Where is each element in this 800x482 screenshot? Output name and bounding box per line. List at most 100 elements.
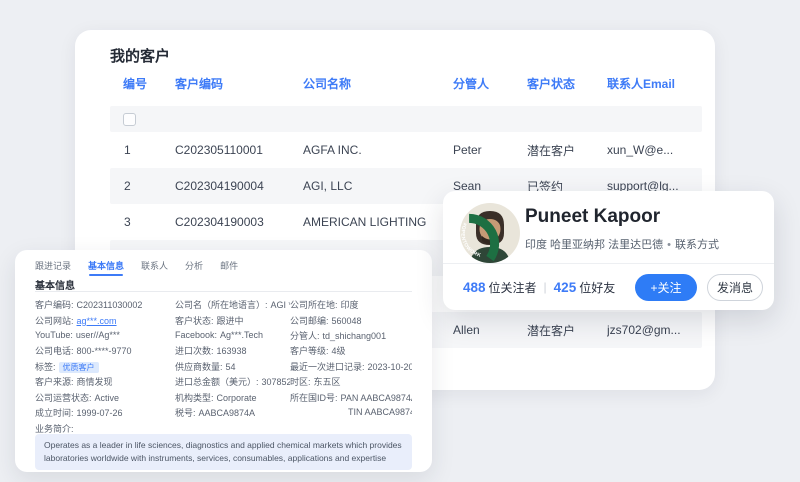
column-header: 分管人 xyxy=(453,76,490,91)
field-row: 公司网站: ag***.com 客户状态: 跟进中 公司邮编: 560048 xyxy=(35,312,412,327)
field-label: 所在国ID号: xyxy=(290,392,338,403)
field-label: 公司网站: xyxy=(35,315,74,326)
column-header: 客户编码 xyxy=(175,76,224,91)
field-cell: TIN AABCA9874A xyxy=(290,407,412,417)
field-label: 进口总金额（美元）: xyxy=(175,377,259,388)
field-label: 公司所在地: xyxy=(290,300,338,311)
field-cell: 分管人: td_shichang001 xyxy=(290,329,412,342)
field-cell: 客户编码: C202311030002 xyxy=(35,298,175,311)
field-grid: 客户编码:C202311030002公司名（所在地语言）:AGI *** LTD… xyxy=(35,297,412,420)
contact-email: xun_W@e... xyxy=(607,143,674,157)
customer-code: C202304190003 xyxy=(175,215,264,229)
field-value: 跟进中 xyxy=(216,315,244,326)
field-label: 最近一次进口记录: xyxy=(290,361,365,372)
select-all-row xyxy=(110,106,702,132)
field-cell: 最近一次进口记录: 2023-10-20 xyxy=(290,360,412,373)
website-link[interactable]: ag***.com xyxy=(77,316,117,326)
field-row: YouTube: user//Ag*** Facebook: Ag***.Tech 分管… xyxy=(35,328,412,343)
field-label: YouTube: xyxy=(35,330,73,341)
card-divider xyxy=(443,263,774,264)
company-name: AMERICAN LIGHTING xyxy=(303,215,427,229)
field-row: 公司电话: 800-****-9770 进口次数: 163938 客户等级: 4级 xyxy=(35,343,412,358)
friends-count: 425 xyxy=(553,279,577,295)
column-header: 客户状态 xyxy=(527,76,576,91)
column-header: 编号 xyxy=(123,76,148,91)
field-label: 税号: xyxy=(175,407,196,418)
tab-item[interactable]: 跟进记录 xyxy=(35,259,71,272)
field-value: 1999-07-26 xyxy=(76,407,123,418)
field-label: 供应商数量: xyxy=(175,361,223,372)
company-name: AGI, LLC xyxy=(303,179,353,193)
field-cell: 进口总金额（美元）:307852992.67 xyxy=(175,375,290,388)
owner-name: Peter xyxy=(453,143,482,157)
field-cell: 公司邮编: 560048 xyxy=(290,314,412,327)
field-value: 163938 xyxy=(216,346,247,357)
profile-subtitle: 印度 哈里亚纳邦 法里达巴德 • 联系方式 xyxy=(525,236,719,252)
row-number: 3 xyxy=(124,215,131,229)
profile-name: Puneet Kapoor xyxy=(525,206,661,227)
field-label: 客户等级: xyxy=(290,346,329,357)
page-title: 我的客户 xyxy=(110,48,171,65)
field-value: Corporate xyxy=(216,392,257,403)
field-cell: 客户来源: 商情发现 xyxy=(35,375,175,388)
field-value: TIN AABCA9874A xyxy=(348,407,412,418)
field-value: AABCA9874A xyxy=(198,407,256,418)
table-row[interactable]: 1 C202305110001 AGFA INC. Peter 潜在客户 xun_W@e.… xyxy=(110,132,702,168)
field-cell: 公司所在地: 印度 xyxy=(290,298,412,311)
field-cell: 机构类型: Corporate xyxy=(175,391,290,404)
row-number: 2 xyxy=(124,179,131,193)
tab-item[interactable]: 邮件 xyxy=(220,259,238,272)
field-label: 分管人: xyxy=(290,330,320,341)
followers-label: 位关注者 xyxy=(488,280,537,295)
followers-count: 488 xyxy=(463,279,486,295)
field-cell: 进口次数: 163938 xyxy=(175,344,290,357)
field-value: 印度 xyxy=(340,300,359,311)
field-label: 进口次数: xyxy=(175,346,214,357)
select-all-checkbox[interactable] xyxy=(123,112,136,126)
field-cell: 税号: AABCA9874A xyxy=(175,406,290,419)
field-label: 公司运营状态: xyxy=(35,392,92,403)
field-label: Facebook: xyxy=(175,330,218,341)
field-row: 公司运营状态: Active 机构类型: Corporate 所在国ID号: PAN AA… xyxy=(35,389,412,404)
contact-email: jzs702@gm... xyxy=(607,323,681,337)
contact-link[interactable]: 联系方式 xyxy=(675,239,719,251)
field-cell: 客户等级: 4级 xyxy=(290,344,412,357)
field-value: 2023-10-20 xyxy=(367,361,412,372)
field-label: 标签: xyxy=(35,361,56,372)
column-header: 联系人Email xyxy=(607,76,676,91)
field-value: user//Ag*** xyxy=(75,330,120,341)
message-button[interactable]: 发消息 xyxy=(707,274,763,301)
field-cell: 成立时间: 1999-07-26 xyxy=(35,406,175,419)
row-number: 1 xyxy=(124,143,131,157)
field-cell: 公司电话: 800-****-9770 xyxy=(35,344,175,357)
tab-item[interactable]: 联系人 xyxy=(141,259,168,272)
field-value: td_shichang001 xyxy=(322,330,387,341)
profile-location: 印度 哈里亚纳邦 法里达巴德 xyxy=(525,239,664,251)
field-cell: 时区: 东五区 xyxy=(290,375,412,388)
profile-card: #OPENTOWORK Puneet Kapoor 印度 哈里亚纳邦 法里达巴德… xyxy=(443,191,774,310)
detail-tabs: 跟进记录 基本信息 联系人 分析 邮件 xyxy=(35,259,238,276)
field-row: 成立时间: 1999-07-26 税号: AABCA9874A TIN AABCA987… xyxy=(35,405,412,420)
tab-item[interactable]: 分析 xyxy=(185,259,203,272)
field-value: Active xyxy=(94,392,120,403)
field-label: 公司名（所在地语言）: xyxy=(175,300,268,311)
field-cell: YouTube: user//Ag*** xyxy=(35,330,175,340)
field-label: 成立时间: xyxy=(35,407,74,418)
field-cell: 公司网站: ag***.com xyxy=(35,314,175,327)
status: 潜在客户 xyxy=(527,143,576,158)
stats-separator: | xyxy=(543,280,547,294)
field-cell: Facebook: Ag***.Tech xyxy=(175,330,290,340)
field-row: 客户来源:商情发现进口总金额（美元）:307852992.67时区:东五区 xyxy=(35,374,412,389)
field-value: 560048 xyxy=(331,315,362,326)
avatar: #OPENTOWORK xyxy=(459,203,520,263)
field-value: PAN AABCA9874A xyxy=(340,392,412,403)
customer-detail-panel: 跟进记录 基本信息 联系人 分析 邮件 基本信息 客户编码: C202311030002 公… xyxy=(15,250,432,472)
field-cell: 所在国ID号: PAN AABCA9874A xyxy=(290,391,412,404)
field-label: 客户状态: xyxy=(175,315,214,326)
field-value: Ag***.Tech xyxy=(220,330,264,341)
follow-button[interactable]: +关注 xyxy=(635,274,697,301)
tab-active[interactable]: 基本信息 xyxy=(88,259,124,276)
dot-separator: • xyxy=(667,239,671,251)
quality-customer-badge: 优质客户 xyxy=(58,361,99,373)
field-value: 307852992.67 xyxy=(261,377,290,388)
